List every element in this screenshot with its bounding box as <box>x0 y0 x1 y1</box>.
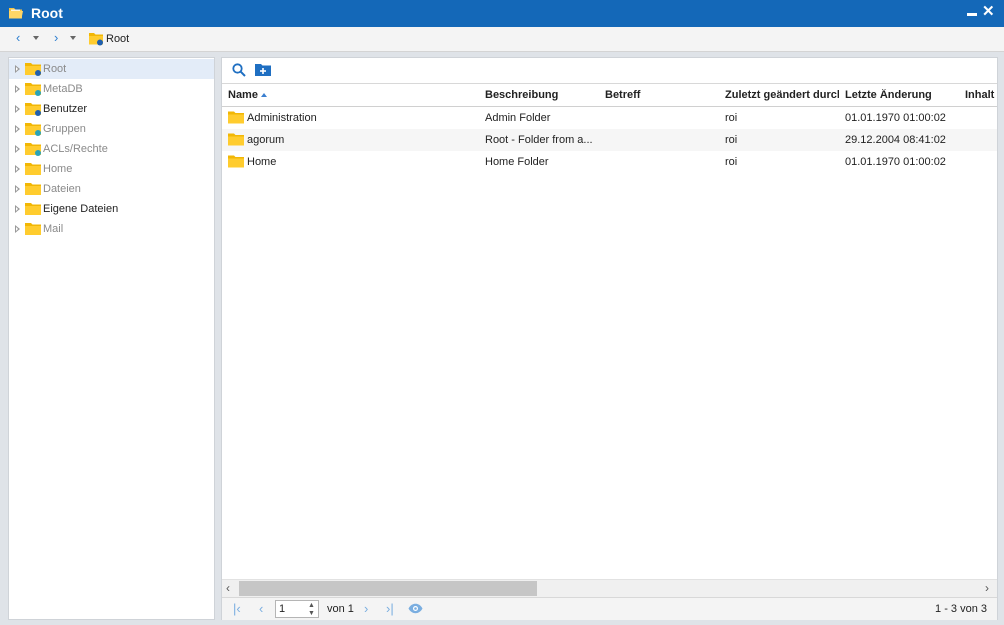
expand-arrow-icon[interactable] <box>15 65 20 73</box>
root-folder-icon <box>88 31 104 49</box>
table-row[interactable]: Home Home Folder roi 01.01.1970 01:00:02 <box>222 151 997 173</box>
forward-button[interactable]: › <box>54 30 58 46</box>
page-total-label: von 1 <box>327 603 354 615</box>
scrollbar-thumb[interactable] <box>239 581 537 596</box>
folder-icon <box>25 202 41 219</box>
folder-icon <box>25 162 41 179</box>
tree-item-root[interactable]: Root <box>9 59 214 79</box>
column-header-description[interactable]: Beschreibung <box>485 89 595 101</box>
minimize-icon[interactable] <box>967 13 977 16</box>
cell-changed: 01.01.1970 01:00:02 <box>845 156 946 168</box>
new-folder-icon[interactable] <box>255 63 271 80</box>
tree-item-mail[interactable]: Mail <box>9 219 214 239</box>
tree-item-label: Dateien <box>43 183 81 195</box>
tree-item-label: Root <box>43 63 67 75</box>
last-page-button[interactable]: ›| <box>386 601 394 617</box>
folder-icon <box>25 142 41 159</box>
page-down-icon[interactable]: ▼ <box>308 610 315 617</box>
expand-arrow-icon[interactable] <box>15 225 20 233</box>
page-up-icon[interactable]: ▲ <box>308 602 315 609</box>
expand-arrow-icon[interactable] <box>15 205 20 213</box>
expand-arrow-icon[interactable] <box>15 145 20 153</box>
back-button[interactable]: ‹ <box>16 30 20 46</box>
pagination-bar: |‹ ‹ ▲ ▼ von 1 › ›| 1 - 3 von 3 <box>222 597 997 620</box>
breadcrumb[interactable]: Root <box>106 33 129 45</box>
column-header-name[interactable]: Name <box>228 89 478 101</box>
first-page-button[interactable]: |‹ <box>233 601 241 617</box>
tree-item-dateien[interactable]: Dateien <box>9 179 214 199</box>
folder-tree: Root MetaDB Benutzer Gruppen ACLs/Rechte… <box>8 57 215 620</box>
folder-icon <box>228 111 244 127</box>
folder-icon <box>25 122 41 139</box>
file-list-panel: Name Beschreibung Betreff Zuletzt geände… <box>221 57 998 620</box>
tree-item-label: Home <box>43 163 73 175</box>
folder-icon <box>228 133 244 149</box>
window-title-bar: Root ✕ <box>0 0 1004 27</box>
cell-changed-by: roi <box>725 134 738 146</box>
sort-ascending-icon <box>260 93 267 98</box>
cell-changed: 01.01.1970 01:00:02 <box>845 112 946 124</box>
cell-changed-by: roi <box>725 112 738 124</box>
column-header-changed[interactable]: Letzte Änderung <box>845 89 957 101</box>
tree-item-acls[interactable]: ACLs/Rechte <box>9 139 214 159</box>
tree-item-label: Benutzer <box>43 103 88 115</box>
tree-item-benutzer[interactable]: Benutzer <box>9 99 214 119</box>
window-title: Root <box>31 5 63 21</box>
cell-name: Administration <box>247 112 317 124</box>
cell-changed-by: roi <box>725 156 738 168</box>
tree-item-label: Mail <box>43 223 64 235</box>
horizontal-scrollbar[interactable]: ‹ › <box>222 579 997 597</box>
list-toolbar <box>222 58 997 84</box>
record-count-label: 1 - 3 von 3 <box>935 603 987 615</box>
navigation-bar: ‹ › Root <box>0 27 1004 52</box>
expand-arrow-icon[interactable] <box>15 105 20 113</box>
expand-arrow-icon[interactable] <box>15 125 20 133</box>
expand-arrow-icon[interactable] <box>15 85 20 93</box>
tree-item-label: Eigene Dateien <box>43 203 119 215</box>
cell-description: Admin Folder <box>485 112 551 124</box>
column-header-subject[interactable]: Betreff <box>605 89 715 101</box>
column-header-content[interactable]: Inhalt <box>965 89 997 101</box>
scroll-left-icon[interactable]: ‹ <box>226 581 230 596</box>
tree-item-eigene-dateien[interactable]: Eigene Dateien <box>9 199 214 219</box>
tree-item-label: ACLs/Rechte <box>43 143 108 155</box>
open-folder-icon <box>8 5 24 24</box>
tree-item-label: MetaDB <box>43 83 83 95</box>
folder-icon <box>25 62 41 79</box>
close-icon[interactable]: ✕ <box>982 3 995 21</box>
tree-item-home[interactable]: Home <box>9 159 214 179</box>
next-page-button[interactable]: › <box>364 601 368 617</box>
folder-icon <box>25 102 41 119</box>
folder-icon <box>25 222 41 239</box>
back-history-dropdown[interactable] <box>33 36 39 40</box>
folder-icon <box>25 82 41 99</box>
cell-name: Home <box>247 156 277 168</box>
forward-history-dropdown[interactable] <box>70 36 76 40</box>
cell-name: agorum <box>247 134 285 146</box>
folder-icon <box>25 182 41 199</box>
cell-description: Root - Folder from a... <box>485 134 593 146</box>
column-header-changed-by[interactable]: Zuletzt geändert durch <box>725 89 839 101</box>
search-icon[interactable] <box>232 63 246 80</box>
tree-item-metadb[interactable]: MetaDB <box>9 79 214 99</box>
expand-arrow-icon[interactable] <box>15 165 20 173</box>
folder-icon <box>228 155 244 171</box>
scroll-right-icon[interactable]: › <box>985 581 989 596</box>
table-row[interactable]: Administration Admin Folder roi 01.01.19… <box>222 107 997 129</box>
table-row[interactable]: agorum Root - Folder from a... roi 29.12… <box>222 129 997 151</box>
cell-changed: 29.12.2004 08:41:02 <box>845 134 946 146</box>
expand-arrow-icon[interactable] <box>15 185 20 193</box>
previous-page-button[interactable]: ‹ <box>259 601 263 617</box>
grid-header: Name Beschreibung Betreff Zuletzt geände… <box>222 84 997 107</box>
tree-item-gruppen[interactable]: Gruppen <box>9 119 214 139</box>
tree-item-label: Gruppen <box>43 123 86 135</box>
eye-icon[interactable] <box>408 603 423 617</box>
cell-description: Home Folder <box>485 156 549 168</box>
